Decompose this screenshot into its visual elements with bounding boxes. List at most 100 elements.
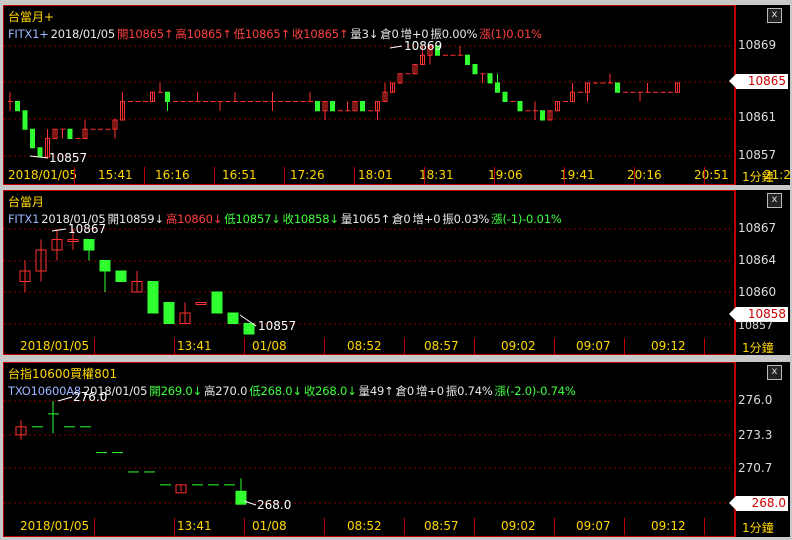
time-separator xyxy=(74,167,75,184)
time-tick-label: 13:41 xyxy=(177,339,212,353)
time-separator xyxy=(174,338,175,355)
candle-body xyxy=(115,270,127,282)
low-label: 10857 xyxy=(49,151,87,165)
high-label: 10867 xyxy=(68,222,106,236)
price-label: 10869 xyxy=(738,38,777,52)
candlestick-chart[interactable]: 10867 10857 xyxy=(4,191,734,337)
time-tick-label: 08:57 xyxy=(424,339,459,353)
candle-body xyxy=(22,110,28,130)
time-tick-label: 09:07 xyxy=(576,519,611,533)
high-label: 276.0 xyxy=(73,390,107,404)
current-price-badge: 10865 xyxy=(729,74,788,89)
period-selector[interactable]: 1分鐘 xyxy=(742,339,774,356)
close-icon[interactable]: x xyxy=(767,8,782,23)
time-tick-label: 09:12 xyxy=(651,339,686,353)
low-label: 268.0 xyxy=(257,498,291,512)
time-tick-label: 15:41 xyxy=(98,168,133,182)
low-label: 10857 xyxy=(258,319,296,333)
time-separator xyxy=(214,167,215,184)
time-axis: 2018/01/05 13:41 01/08 08:52 08:57 09:02 09:07… xyxy=(4,518,736,535)
time-separator xyxy=(144,167,145,184)
time-separator xyxy=(324,338,325,355)
time-tick-label: 09:12 xyxy=(651,519,686,533)
time-separator xyxy=(474,518,475,535)
candle-body xyxy=(615,82,620,93)
time-separator xyxy=(424,167,425,184)
time-separator xyxy=(704,167,705,184)
time-tick-label: 17:26 xyxy=(290,168,325,182)
time-tick-label: 08:52 xyxy=(347,519,382,533)
time-tick-label: 20:16 xyxy=(627,168,662,182)
plot-area-2[interactable]: 台當月 FITX1 2018/01/05 開10859↓ 高10860↓ 低10857↓… xyxy=(3,190,735,355)
time-tick-label: 18:01 xyxy=(358,168,393,182)
time-separator xyxy=(94,518,95,535)
time-tick-label: 09:02 xyxy=(501,339,536,353)
chart-panel-3: 台指10600買權801 TXO10600A8 2018/01/05 開269.0↓… xyxy=(3,362,790,537)
price-label: 270.7 xyxy=(738,461,773,475)
plot-area-3[interactable]: 台指10600買權801 TXO10600A8 2018/01/05 開269.0↓… xyxy=(3,362,735,537)
time-separator xyxy=(404,518,405,535)
candle-body xyxy=(495,82,500,93)
candle-body xyxy=(67,128,73,139)
time-tick-label: 16:16 xyxy=(155,168,190,182)
time-tick-label: 08:57 xyxy=(424,519,459,533)
candle-body xyxy=(243,323,255,335)
time-separator xyxy=(474,338,475,355)
candle-body xyxy=(540,110,545,121)
time-separator xyxy=(704,338,705,355)
high-pointer xyxy=(57,396,73,402)
plot-area-1[interactable]: 台當月+ FITX1+ 2018/01/05 開10865↑ 高10865↑ 低1086… xyxy=(3,5,792,185)
time-tick-label: 19:41 xyxy=(560,168,595,182)
time-separator xyxy=(624,518,625,535)
candle-body xyxy=(99,260,111,272)
candle-body xyxy=(83,239,95,251)
price-label: 10857 xyxy=(738,319,773,332)
time-tick-label: 2018/01/05 xyxy=(20,339,90,353)
price-label: 10861 xyxy=(738,110,777,124)
chart-panel-2: 台當月 FITX1 2018/01/05 開10859↓ 高10860↓ 低10857↓… xyxy=(3,190,790,355)
candle-body xyxy=(163,302,175,324)
time-tick-label: 01/08 xyxy=(252,339,287,353)
current-price-badge: 268.0 xyxy=(729,496,788,511)
candle-body xyxy=(330,101,335,112)
period-selector[interactable]: 1分鐘 xyxy=(742,168,774,185)
chart-panel-1: 台當月+ FITX1+ 2018/01/05 開10865↑ 高10865↑ 低1086… xyxy=(3,5,792,185)
candle-body xyxy=(30,128,35,149)
time-tick-label: 16:51 xyxy=(222,168,257,182)
time-tick-label: 13:41 xyxy=(177,519,212,533)
time-tick-label: 01/08 xyxy=(252,519,287,533)
time-separator xyxy=(324,518,325,535)
time-axis: 2018/01/05 15:41 16:16 16:51 17:26 18:01 18:31… xyxy=(4,167,792,184)
time-separator xyxy=(704,518,705,535)
price-label: 10864 xyxy=(738,253,777,267)
price-label: 10860 xyxy=(738,285,777,299)
candle-body xyxy=(195,302,207,305)
candle-body xyxy=(15,101,20,112)
time-separator xyxy=(404,338,405,355)
candle-body xyxy=(165,91,170,102)
candle-body xyxy=(315,101,320,112)
candle-body xyxy=(227,312,239,324)
period-selector[interactable]: 1分鐘 xyxy=(742,519,774,536)
time-tick-label: 20:51 xyxy=(694,168,729,182)
price-axis: x 10869 10865 10861 10857 1分鐘 xyxy=(729,5,790,185)
time-separator xyxy=(244,518,245,535)
time-separator xyxy=(354,167,355,184)
price-label: 276.0 xyxy=(738,393,773,407)
candlestick-chart[interactable]: 276.0 268.0 xyxy=(4,363,734,517)
time-separator xyxy=(284,167,285,184)
candle-body xyxy=(37,147,43,158)
time-tick-label: 2018/01/05 xyxy=(8,168,78,182)
close-icon[interactable]: x xyxy=(767,193,782,208)
close-icon[interactable]: x xyxy=(767,365,782,380)
time-tick-label: 09:02 xyxy=(501,519,536,533)
candlestick-chart[interactable]: 10869 10857 xyxy=(4,6,734,166)
time-tick-label: 08:52 xyxy=(347,339,382,353)
time-separator xyxy=(554,518,555,535)
high-label: 10869 xyxy=(404,39,442,53)
time-separator xyxy=(554,338,555,355)
price-label: 10867 xyxy=(738,221,777,235)
price-axis: x 10867 10864 10860 10858 10857 1分鐘 xyxy=(729,190,790,356)
candle-body xyxy=(360,101,365,112)
price-axis: x 276.0 273.3 270.7 268.0 1分鐘 xyxy=(729,362,790,537)
